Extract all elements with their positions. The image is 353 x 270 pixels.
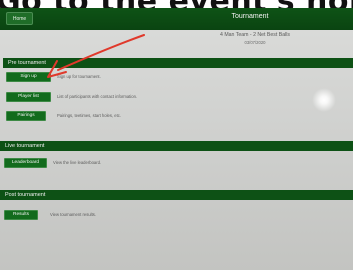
annotation-arrow-head xyxy=(47,60,67,78)
annotation-arrow xyxy=(47,34,145,78)
annotation-arrow-shaft xyxy=(57,34,145,71)
